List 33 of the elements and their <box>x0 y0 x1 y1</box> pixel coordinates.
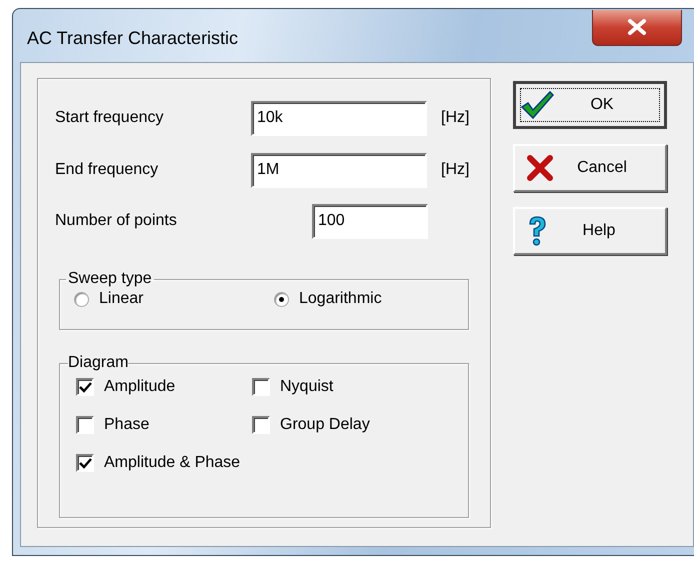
checkbox[interactable] <box>76 378 94 396</box>
group-title: Diagram <box>68 354 128 372</box>
group-title: Sweep type <box>67 270 153 288</box>
cross-icon <box>527 155 553 181</box>
radio-button[interactable] <box>274 292 289 306</box>
checkbox-label: Phase <box>104 416 150 434</box>
window-title: AC Transfer Characteristic <box>27 28 238 49</box>
unit-label: [Hz] <box>441 109 470 127</box>
checkbox-label: Amplitude & Phase <box>104 454 240 472</box>
close-button[interactable] <box>592 10 682 46</box>
checkbox[interactable] <box>252 378 270 396</box>
checkbox[interactable] <box>252 416 270 434</box>
dialog-button[interactable]: Cancel <box>513 144 667 192</box>
checkbox[interactable] <box>76 416 94 434</box>
radio-label: Linear <box>99 290 144 308</box>
input-field[interactable]: 10k <box>251 100 427 136</box>
unit-label: [Hz] <box>441 161 470 179</box>
radio-button[interactable] <box>74 292 89 306</box>
field-label: Start frequency <box>55 109 164 127</box>
radio-label: Logarithmic <box>299 290 382 308</box>
close-icon <box>626 18 648 36</box>
field-label: Number of points <box>55 212 178 230</box>
checkbox-label: Group Delay <box>280 416 370 434</box>
checkmark-icon <box>520 90 554 120</box>
checkbox-label: Nyquist <box>280 378 334 396</box>
checkbox[interactable] <box>76 454 94 472</box>
question-icon <box>527 215 547 247</box>
input-field[interactable]: 100 <box>312 204 428 238</box>
dialog-button[interactable]: OK <box>513 81 667 129</box>
input-field[interactable]: 1M <box>251 152 427 188</box>
field-label: End frequency <box>55 161 160 179</box>
dialog-button[interactable]: Help <box>513 207 667 255</box>
checkbox-label: Amplitude <box>104 378 176 396</box>
